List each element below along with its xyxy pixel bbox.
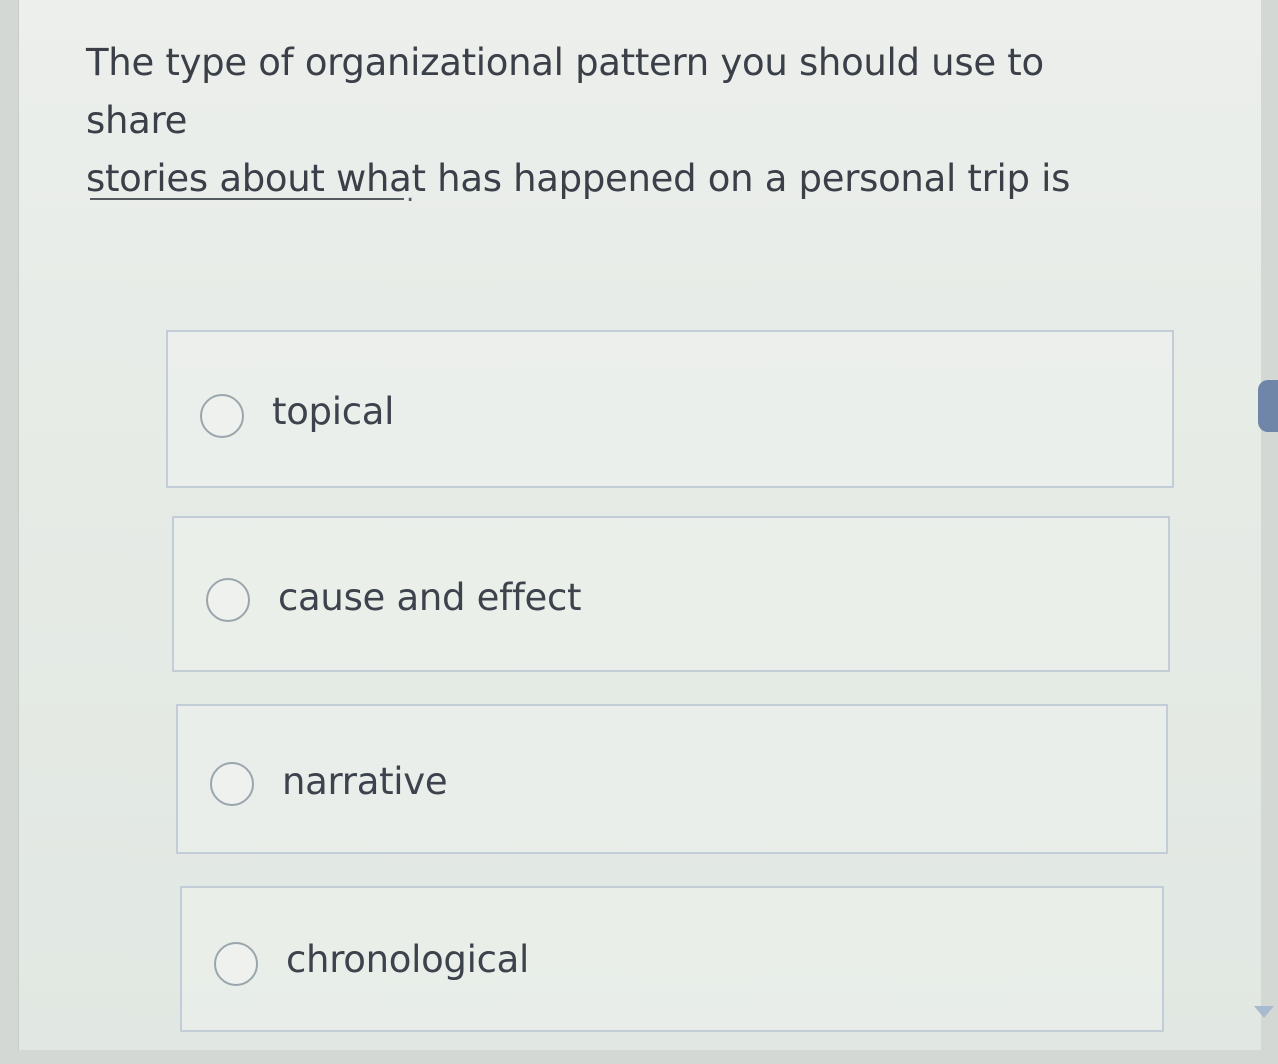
question-period: . xyxy=(406,178,415,208)
option-topical[interactable]: topical xyxy=(166,330,1174,488)
radio-circle-icon[interactable] xyxy=(200,394,244,438)
triangle-down-icon[interactable] xyxy=(1254,1006,1274,1018)
option-label: topical xyxy=(272,390,395,433)
radio-circle-icon[interactable] xyxy=(206,578,250,622)
radio-circle-icon[interactable] xyxy=(210,762,254,806)
option-label: chronological xyxy=(286,938,529,981)
option-narrative[interactable]: narrative xyxy=(176,704,1168,854)
radio-circle-icon[interactable] xyxy=(214,942,258,986)
answer-blank xyxy=(90,198,404,200)
option-cause-and-effect[interactable]: cause and effect xyxy=(172,516,1170,672)
question-line-1: The type of organizational pattern you s… xyxy=(86,41,1044,142)
option-label: cause and effect xyxy=(278,576,582,619)
option-label: narrative xyxy=(282,760,448,803)
question-text: The type of organizational pattern you s… xyxy=(86,34,1146,208)
option-chronological[interactable]: chronological xyxy=(180,886,1164,1032)
scrollbar-thumb[interactable] xyxy=(1258,380,1278,432)
